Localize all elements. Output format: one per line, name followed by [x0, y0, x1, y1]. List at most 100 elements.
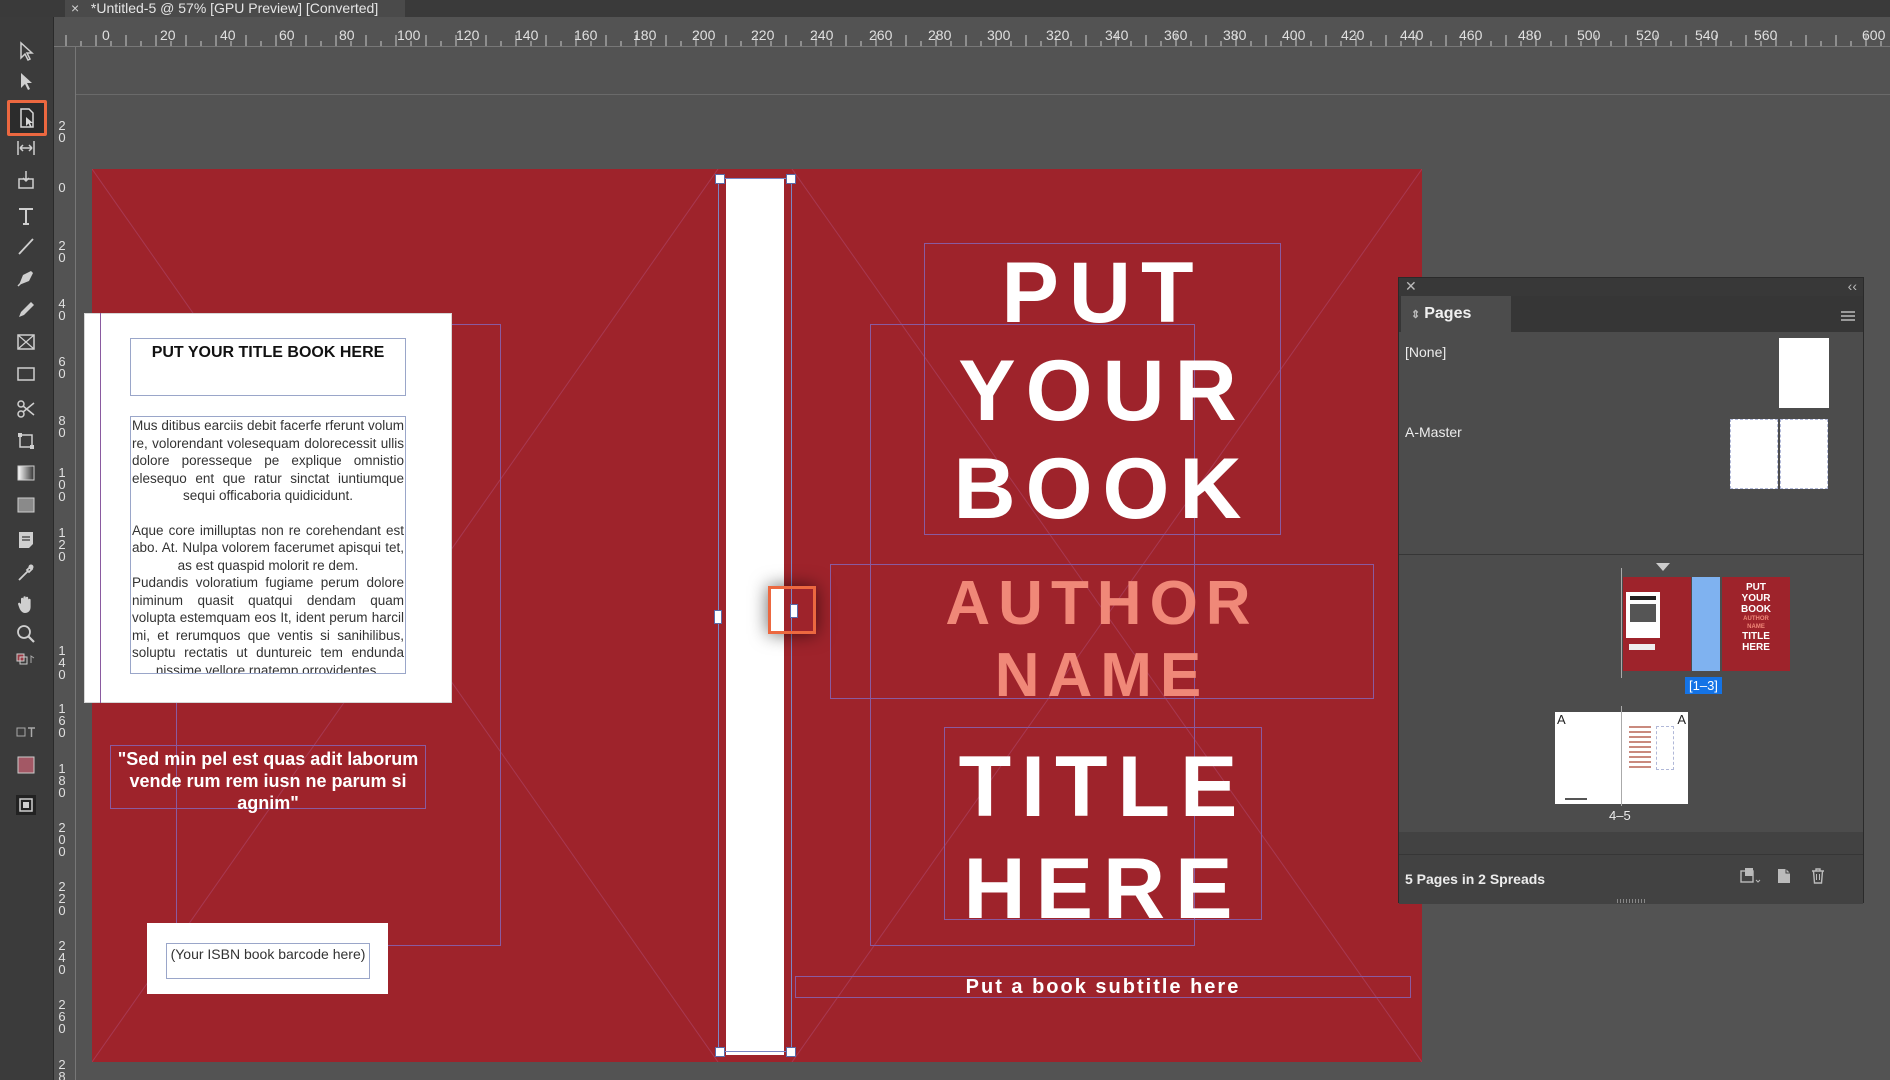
- spread1-spine-thumbnail[interactable]: [1692, 577, 1720, 671]
- spine-resize-handle-highlight[interactable]: [768, 586, 816, 634]
- selection-handle[interactable]: [715, 1047, 725, 1057]
- ruler-label: 80: [339, 27, 355, 43]
- ruler-label: 220: [751, 27, 775, 43]
- ruler-label: 0: [58, 549, 66, 564]
- pencil-tool-icon[interactable]: [8, 296, 44, 324]
- rectangle-tool-icon[interactable]: [8, 360, 44, 388]
- ruler-label: 0: [58, 308, 66, 323]
- ruler-label: 460: [1459, 27, 1483, 43]
- thumb-text: TITLE: [1742, 631, 1770, 642]
- ruler-label: 0: [58, 844, 66, 859]
- fill-stroke-swap-icon[interactable]: [8, 650, 44, 668]
- ruler-label: 0: [58, 962, 66, 977]
- body-paragraph: Pudandis voloratium fugiame perum dolore…: [132, 575, 404, 674]
- type-tool-icon[interactable]: [8, 202, 44, 230]
- front-cover-author[interactable]: AUTHOR NAME: [830, 564, 1374, 710]
- back-title-text: PUT YOUR TITLE BOOK HERE: [151, 344, 385, 361]
- ruler-label: 0: [102, 27, 110, 43]
- tab-arrows-icon: ⇕: [1411, 309, 1421, 321]
- body-paragraph: Aque core imilluptas non re corehendant …: [132, 522, 404, 573]
- ruler-ticks: [65, 35, 1882, 46]
- collapse-panel-icon[interactable]: ‹‹: [1848, 278, 1857, 294]
- isbn-text-frame[interactable]: (Your ISBN book barcode here): [166, 943, 370, 979]
- line-tool-icon[interactable]: [8, 232, 44, 260]
- eyedropper-tool-icon[interactable]: [8, 558, 44, 586]
- gap-tool-icon[interactable]: [8, 134, 44, 162]
- selection-handle[interactable]: [786, 174, 796, 184]
- gradient-feather-tool-icon[interactable]: [8, 491, 44, 519]
- edit-page-size-icon[interactable]: [1739, 867, 1761, 890]
- delete-page-icon[interactable]: [1810, 867, 1826, 890]
- ruler-label: 540: [1695, 27, 1719, 43]
- thumb-quote: [1629, 644, 1655, 650]
- thumb-line: [1630, 596, 1656, 600]
- spread1-front-thumbnail[interactable]: PUT YOUR BOOK AUTHOR NAME TITLE HERE: [1722, 577, 1790, 671]
- formatting-container-icon[interactable]: [8, 723, 44, 741]
- ruler-label: 20: [160, 27, 176, 43]
- ruler-label: 380: [1223, 27, 1247, 43]
- ruler-label: 400: [1282, 27, 1306, 43]
- free-transform-tool-icon[interactable]: [8, 427, 44, 455]
- back-cover-title[interactable]: PUT YOUR TITLE BOOK HERE: [130, 338, 406, 396]
- a-master-left-thumbnail[interactable]: [1730, 419, 1778, 489]
- fill-color-icon[interactable]: [8, 751, 44, 779]
- pages-panel: ✕ ‹‹ ⇕ Pages [None] A-Master PUT YOUR BO…: [1398, 277, 1864, 904]
- rectangle-frame-tool-icon[interactable]: [8, 328, 44, 356]
- none-master-thumbnail[interactable]: [1779, 338, 1829, 408]
- selection-handle[interactable]: [714, 610, 722, 624]
- thumb-text-block: [1626, 592, 1660, 638]
- panel-menu-icon[interactable]: [1841, 308, 1855, 324]
- panel-footer: 5 Pages in 2 Spreads: [1399, 854, 1863, 904]
- document-tab[interactable]: × *Untitled-5 @ 57% [GPU Preview] [Conve…: [65, 0, 405, 17]
- ruler-label: 240: [810, 27, 834, 43]
- ruler-label: 140: [515, 27, 539, 43]
- vertical-ruler[interactable]: 2 0 0 2 0 4 0 6 0 8 0 1 0 0 1 2 0 1 4 0 …: [54, 47, 76, 1080]
- ruler-label: 0: [58, 785, 66, 800]
- front-cover-title[interactable]: PUT YOUR BOOK: [924, 243, 1281, 537]
- pages-count-text: 5 Pages in 2 Spreads: [1405, 871, 1546, 887]
- new-page-icon[interactable]: [1776, 867, 1792, 890]
- back-cover-body-text[interactable]: Mus ditibus earciis debit facerfe rferun…: [130, 416, 406, 674]
- ruler-label: 0: [58, 903, 66, 918]
- spread1-back-thumbnail[interactable]: [1623, 577, 1691, 671]
- selection-handle[interactable]: [786, 1047, 796, 1057]
- thumb-line: [1630, 604, 1656, 622]
- panel-resize-grip[interactable]: [1617, 899, 1645, 903]
- ruler-label: 560: [1754, 27, 1778, 43]
- zoom-tool-icon[interactable]: [8, 620, 44, 648]
- horizontal-ruler[interactable]: 0 20 40 60 80 100 120 140 160 180 200 22…: [54, 17, 1890, 47]
- selection-tool-icon[interactable]: [8, 37, 44, 65]
- front-cover-title-here[interactable]: TITLE HERE: [944, 727, 1262, 937]
- hand-tool-icon[interactable]: [8, 590, 44, 618]
- back-cover-quote[interactable]: "Sed min pel est quas adit laborum vende…: [110, 745, 426, 813]
- ruler-label: 0: [58, 1021, 66, 1036]
- ruler-label: 200: [692, 27, 716, 43]
- content-collector-icon[interactable]: [8, 166, 44, 194]
- page-tool-icon[interactable]: [7, 100, 47, 136]
- title-line: TITLE: [958, 739, 1248, 835]
- front-cover-subtitle[interactable]: Put a book subtitle here: [795, 976, 1411, 998]
- none-master-label[interactable]: [None]: [1405, 344, 1446, 360]
- indesign-window: { "document_tab": { "close_label": "×", …: [0, 0, 1890, 1080]
- gradient-swatch-tool-icon[interactable]: [8, 459, 44, 487]
- close-panel-icon[interactable]: ✕: [1405, 278, 1417, 295]
- screen-mode-icon[interactable]: [8, 791, 44, 819]
- page5-thumbnail[interactable]: A: [1622, 712, 1688, 804]
- page4-thumbnail[interactable]: A: [1555, 712, 1621, 804]
- close-tab-icon[interactable]: ×: [71, 0, 87, 16]
- tab-pages[interactable]: ⇕ Pages: [1401, 296, 1511, 332]
- pen-tool-icon[interactable]: [8, 264, 44, 292]
- selection-handle[interactable]: [715, 174, 725, 184]
- panel-titlebar: ✕ ‹‹: [1399, 278, 1863, 296]
- scissors-tool-icon[interactable]: [8, 395, 44, 423]
- thumb-text: AUTHOR: [1743, 616, 1769, 622]
- spread1-page-badge[interactable]: [1–3]: [1685, 677, 1722, 694]
- selection-handle[interactable]: [790, 604, 798, 618]
- quote-text: "Sed min pel est quas adit laborum vende…: [117, 749, 419, 813]
- direct-selection-tool-icon[interactable]: [8, 67, 44, 95]
- a-master-right-thumbnail[interactable]: [1780, 419, 1828, 489]
- master-letter: A: [1677, 712, 1686, 727]
- note-tool-icon[interactable]: [8, 526, 44, 554]
- spread2-page-label[interactable]: 4–5: [1609, 808, 1631, 823]
- a-master-label[interactable]: A-Master: [1405, 424, 1462, 440]
